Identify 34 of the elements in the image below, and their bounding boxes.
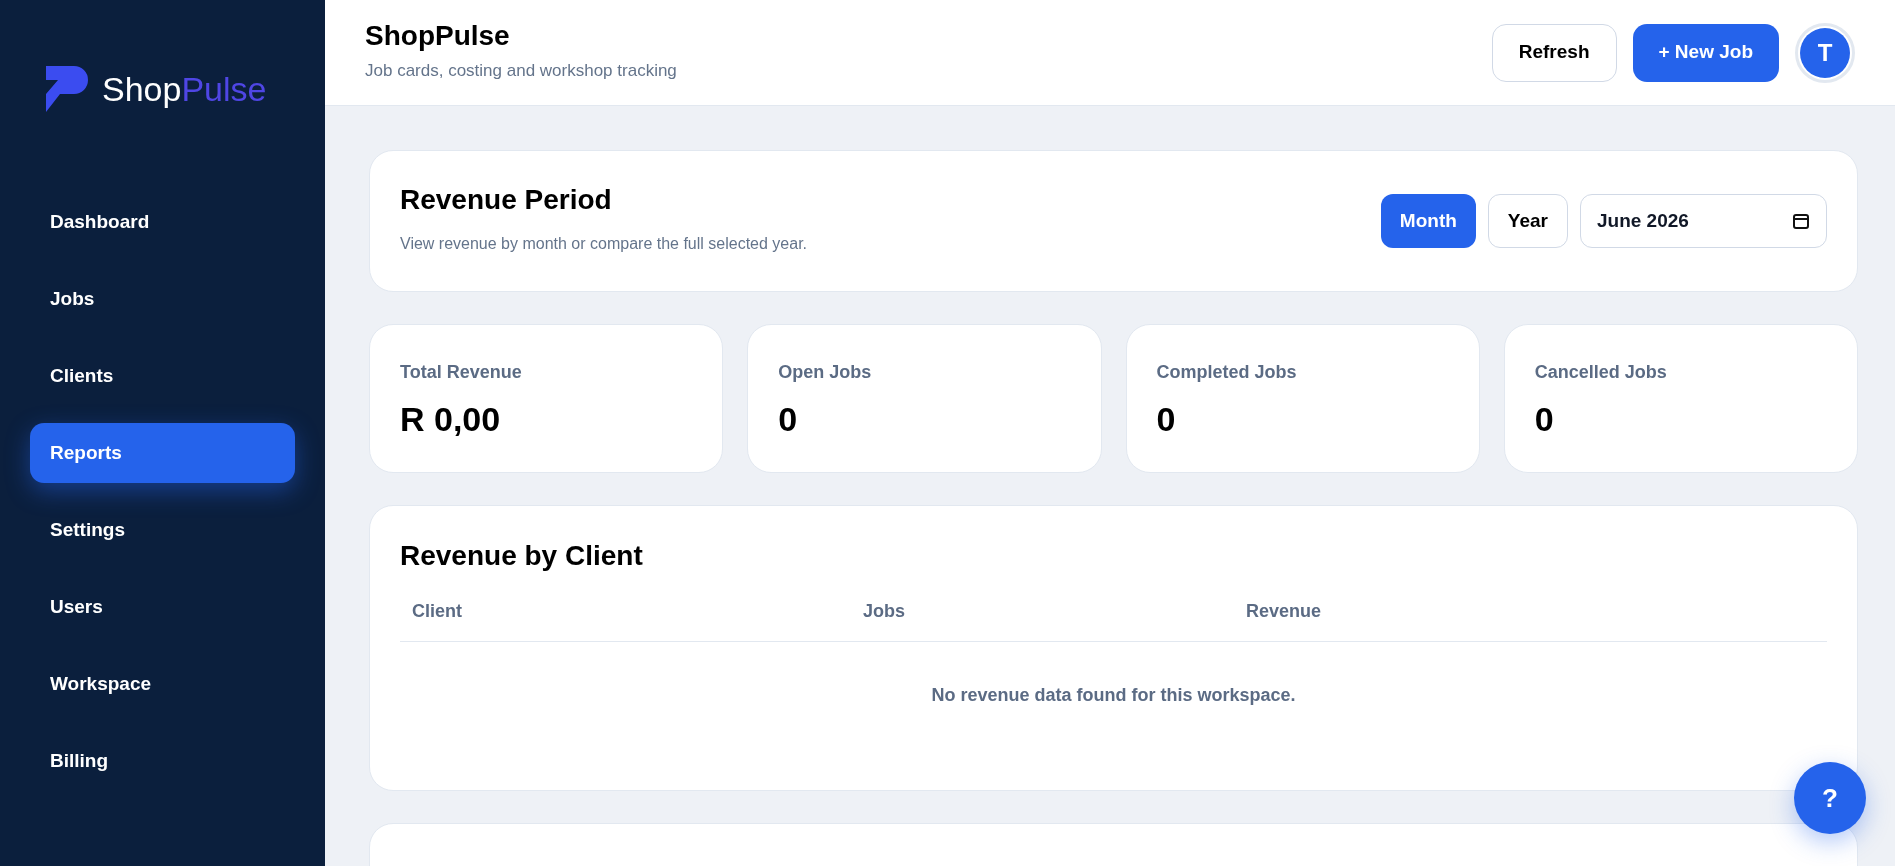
stat-label: Cancelled Jobs — [1534, 361, 1668, 384]
brand-name: ShopPulse — [102, 72, 267, 106]
new-job-button[interactable]: + New Job — [1632, 23, 1779, 82]
column-header: Revenue — [1246, 600, 1323, 623]
stat-value: 0 — [1156, 402, 1177, 436]
user-avatar[interactable]: T — [1800, 27, 1850, 78]
sidebar-item[interactable]: Settings — [30, 500, 295, 560]
sidebar-item[interactable]: Users — [30, 577, 295, 637]
stat-label: Total Revenue — [400, 361, 523, 384]
stat-value: 0 — [778, 402, 799, 436]
stat-label: Open Jobs — [778, 361, 873, 384]
month-picker-field[interactable]: June 2026 — [1580, 194, 1827, 248]
refresh-button[interactable]: Refresh — [1491, 23, 1617, 82]
sidebar-item[interactable]: Billing — [30, 731, 295, 791]
page-title: ShopPulse — [365, 21, 511, 50]
period-toggle[interactable]: Month — [1380, 194, 1476, 248]
stat-value: 0 — [1534, 402, 1555, 436]
column-header: Client — [412, 600, 463, 623]
sidebar-item[interactable]: Workspace — [30, 654, 295, 714]
sidebar-item[interactable]: Jobs — [30, 269, 295, 329]
card-title: Revenue Period — [400, 186, 613, 214]
page-subtitle: Job cards, costing and workshop tracking — [365, 59, 677, 82]
stat-value: R 0,00 — [400, 402, 502, 436]
period-toggle[interactable]: Year — [1487, 194, 1568, 248]
card-title: Revenue by Client — [400, 542, 644, 570]
logo-icon — [44, 64, 90, 114]
empty-message: No revenue data found for this workspace. — [931, 684, 1296, 707]
column-header: Jobs — [863, 600, 906, 623]
card-description: View revenue by month or compare the full selected year. — [400, 234, 808, 254]
stat-label: Completed Jobs — [1156, 361, 1298, 384]
calendar-icon — [1792, 212, 1810, 230]
sidebar-item[interactable]: Dashboard — [30, 192, 295, 252]
sidebar-item[interactable]: Reports — [30, 423, 295, 483]
sidebar-item[interactable]: Clients — [30, 346, 295, 406]
